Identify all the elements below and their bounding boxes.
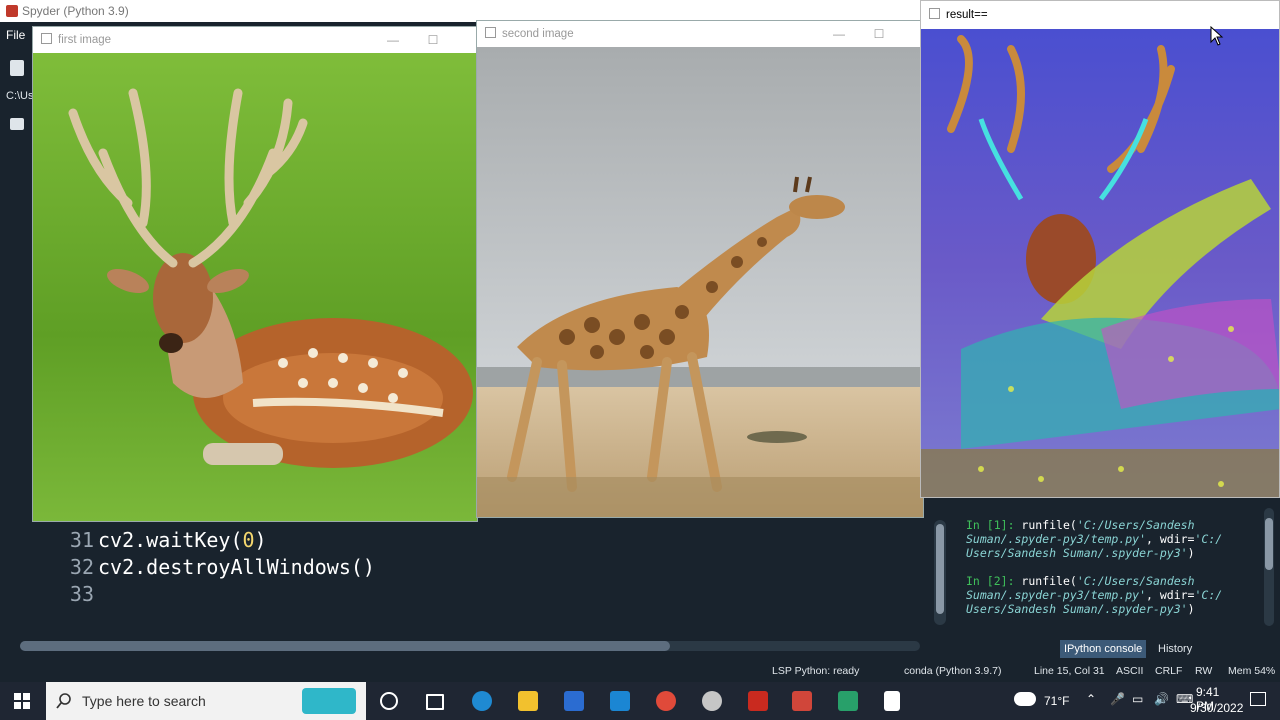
store-icon[interactable] xyxy=(564,691,584,711)
search-highlight-icon xyxy=(302,688,356,714)
taskbar-search-box[interactable]: Type here to search xyxy=(46,682,366,720)
window-title: second image xyxy=(502,28,574,40)
weather-temperature[interactable]: 71°F xyxy=(1044,694,1069,708)
console-scrollbar[interactable] xyxy=(1264,508,1274,626)
line-number: 32 xyxy=(69,555,94,579)
console-tabs: IPython console History xyxy=(958,640,1280,658)
code-editor[interactable]: 31 cv2.waitKey(0) 32 cv2.destroyAllWindo… xyxy=(32,522,950,650)
spyder-app-icon xyxy=(6,5,18,17)
window-icon xyxy=(929,8,940,19)
minimize-button[interactable]: — xyxy=(373,27,413,53)
tab-ipython-console[interactable]: IPython console xyxy=(1060,640,1147,658)
read-write-status: RW xyxy=(1195,665,1213,677)
task-view-icon[interactable] xyxy=(426,694,444,710)
network-icon[interactable]: ▭ xyxy=(1132,692,1143,706)
new-file-icon[interactable] xyxy=(10,60,24,76)
maximize-button[interactable]: ☐ xyxy=(859,21,899,47)
search-placeholder: Type here to search xyxy=(82,693,206,709)
file-explorer-icon[interactable] xyxy=(518,691,538,711)
line-number: 33 xyxy=(69,582,94,606)
menu-file[interactable]: File xyxy=(0,22,32,48)
tray-chevron-icon[interactable]: ⌃ xyxy=(1086,692,1096,706)
weather-cloud-icon xyxy=(1014,692,1036,706)
cortana-icon[interactable] xyxy=(380,692,398,710)
conda-env-status: conda (Python 3.9.7) xyxy=(904,665,1002,677)
lsp-status: LSP Python: ready xyxy=(772,665,860,677)
ipython-console[interactable]: In [1]: runfile('C:/Users/Sandesh Suman/… xyxy=(958,498,1280,634)
mouse-cursor-icon xyxy=(1210,26,1224,46)
result-image xyxy=(921,29,1279,497)
search-icon xyxy=(56,693,71,709)
acrobat-icon[interactable] xyxy=(748,691,768,711)
spyder-title: Spyder (Python 3.9) xyxy=(22,4,129,18)
maximize-button[interactable]: ☐ xyxy=(413,27,453,53)
notifications-icon[interactable] xyxy=(1250,692,1266,706)
window-title-bar[interactable]: result== xyxy=(921,1,1279,29)
spyder-left-toolbar: C:\Us xyxy=(0,48,34,660)
document-icon[interactable] xyxy=(884,691,900,711)
window-icon xyxy=(41,33,52,44)
windows-start-icon[interactable] xyxy=(14,693,30,709)
tab-history[interactable]: History xyxy=(1154,640,1196,658)
spyder-taskbar-icon[interactable] xyxy=(792,691,812,711)
editor-vertical-scrollbar[interactable] xyxy=(934,520,946,625)
code-line[interactable]: cv2.destroyAllWindows() xyxy=(98,555,375,579)
line-number: 31 xyxy=(69,528,94,552)
media-player-icon[interactable] xyxy=(702,691,722,711)
clock-date[interactable]: 9/30/2022 xyxy=(1190,701,1243,715)
microphone-icon[interactable]: 🎤 xyxy=(1110,692,1125,706)
chrome-icon[interactable] xyxy=(656,691,676,711)
first-image-window[interactable]: first image — ☐ xyxy=(32,26,478,522)
deer-image xyxy=(33,53,477,521)
second-image-window[interactable]: second image — ☐ xyxy=(476,20,924,518)
edge-icon[interactable] xyxy=(472,691,492,711)
code-line[interactable]: cv2.waitKey(0) xyxy=(98,528,267,552)
file-encoding: ASCII xyxy=(1116,665,1144,677)
window-icon xyxy=(485,27,496,38)
volume-icon[interactable]: 🔊 xyxy=(1154,692,1169,706)
line-endings: CRLF xyxy=(1155,665,1183,677)
terminal-icon[interactable] xyxy=(838,691,858,711)
window-title: first image xyxy=(58,34,112,46)
mail-icon[interactable] xyxy=(610,691,630,711)
result-window[interactable]: result== xyxy=(920,0,1280,498)
memory-usage: Mem 54% xyxy=(1228,665,1276,677)
editor-horizontal-scrollbar[interactable] xyxy=(20,641,920,651)
folder-icon[interactable] xyxy=(10,118,24,130)
status-bar: LSP Python: ready conda (Python 3.9.7) L… xyxy=(0,660,1280,682)
cursor-position: Line 15, Col 31 xyxy=(1034,665,1105,677)
minimize-button[interactable]: — xyxy=(819,21,859,47)
giraffe-image xyxy=(477,47,923,517)
working-directory-path: C:\Us xyxy=(6,90,34,102)
window-title: result== xyxy=(946,9,988,21)
console-entry: In [2]: runfile('C:/Users/Sandesh Suman/… xyxy=(966,574,1223,616)
windows-taskbar: Type here to search 71°F ⌃ 🎤 ▭ 🔊 ⌨ 9:41 … xyxy=(0,682,1280,720)
console-entry: In [1]: runfile('C:/Users/Sandesh Suman/… xyxy=(966,518,1223,560)
